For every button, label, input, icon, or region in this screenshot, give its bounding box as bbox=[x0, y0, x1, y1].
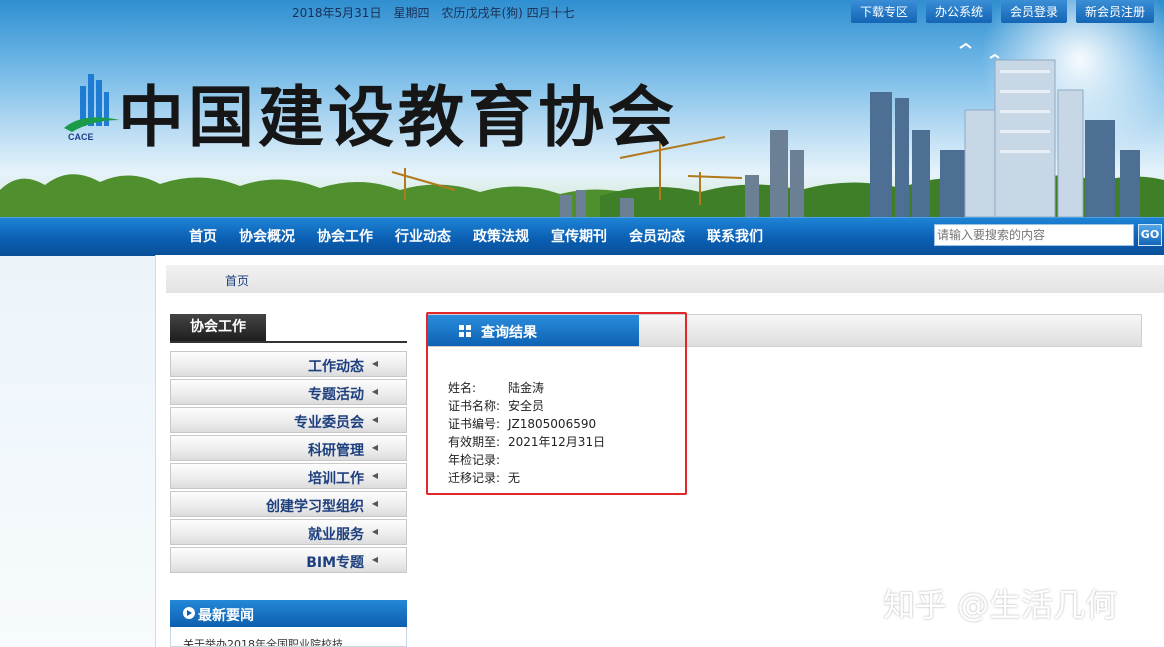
certificate-fields: 姓名: 陆金涛 证书名称: 安全员 证书编号: JZ1805006590 有效期至: 2… bbox=[448, 379, 605, 487]
field-value: 2021年12月31日 bbox=[508, 435, 606, 449]
field-label: 证书名称: bbox=[448, 399, 501, 413]
sidebar-menu: 工作动态 ◀ 专题活动 ◀ 专业委员会 ◀ 科研管理 ◀ 培训工作 ◀ 创建学习型组织 ◀ … bbox=[170, 351, 407, 575]
field-row-cert-number: 证书编号: JZ1805006590 bbox=[448, 415, 605, 433]
latest-news-header: 最新要闻 bbox=[170, 600, 407, 627]
header-banner: 2018年5月31日 星期四 农历戊戌年(狗) 四月十七 下载专区 办公系统 会… bbox=[0, 0, 1164, 217]
sidebar-item-special-events[interactable]: 专题活动 ◀ bbox=[170, 379, 407, 405]
play-circle-icon bbox=[183, 607, 195, 619]
grid-icon bbox=[459, 325, 471, 337]
field-label: 证书编号: bbox=[448, 417, 501, 431]
field-row-cert-name: 证书名称: 安全员 bbox=[448, 397, 605, 415]
nav-item-overview[interactable]: 协会概况 bbox=[228, 218, 306, 256]
download-zone-link[interactable]: 下载专区 bbox=[850, 0, 917, 23]
arrow-left-icon: ◀ bbox=[371, 471, 378, 480]
field-value: JZ1805006590 bbox=[508, 417, 597, 431]
news-item-link[interactable]: 关于举办2018年全国职业院校技 bbox=[183, 636, 343, 646]
arrow-left-icon: ◀ bbox=[371, 443, 378, 452]
sidebar-item-learning-org[interactable]: 创建学习型组织 ◀ bbox=[170, 491, 407, 517]
sidebar-item-label: 专题活动 bbox=[308, 387, 364, 403]
nav-item-policy[interactable]: 政策法规 bbox=[462, 218, 540, 256]
nav-item-journal[interactable]: 宣传期刊 bbox=[540, 218, 618, 256]
nav-item-member-news[interactable]: 会员动态 bbox=[618, 218, 696, 256]
sidebar-item-research[interactable]: 科研管理 ◀ bbox=[170, 435, 407, 461]
nav-item-home[interactable]: 首页 bbox=[178, 218, 228, 256]
arrow-left-icon: ◀ bbox=[371, 555, 378, 564]
nav-item-industry[interactable]: 行业动态 bbox=[384, 218, 462, 256]
sidebar-item-label: 就业服务 bbox=[308, 527, 364, 543]
office-system-link[interactable]: 办公系统 bbox=[925, 0, 992, 23]
sidebar-item-label: 培训工作 bbox=[308, 471, 364, 487]
date-text: 2018年5月31日 星期四 农历戊戌年(狗) 四月十七 bbox=[292, 6, 575, 20]
field-label: 姓名: bbox=[448, 381, 477, 395]
sidebar-item-work-news[interactable]: 工作动态 ◀ bbox=[170, 351, 407, 377]
arrow-left-icon: ◀ bbox=[371, 387, 378, 396]
sidebar-item-bim[interactable]: BIM专题 ◀ bbox=[170, 547, 407, 573]
field-row-annual-check: 年检记录: bbox=[448, 451, 605, 469]
breadcrumb: 首页 bbox=[166, 265, 1164, 293]
arrow-left-icon: ◀ bbox=[371, 499, 378, 508]
sidebar-item-label: 创建学习型组织 bbox=[266, 499, 364, 515]
search-go-button[interactable]: GO bbox=[1138, 224, 1162, 246]
nav-item-work[interactable]: 协会工作 bbox=[306, 218, 384, 256]
logo-text: CACE bbox=[68, 132, 94, 142]
result-title: 查询结果 bbox=[481, 325, 537, 341]
sidebar-item-committees[interactable]: 专业委员会 ◀ bbox=[170, 407, 407, 433]
field-row-transfer: 迁移记录: 无 bbox=[448, 469, 605, 487]
sidebar-item-label: 工作动态 bbox=[308, 359, 364, 375]
breadcrumb-home-link[interactable]: 首页 bbox=[225, 272, 249, 289]
result-header: 查询结果 bbox=[426, 314, 1142, 347]
result-tab: 查询结果 bbox=[427, 315, 639, 346]
field-label: 迁移记录: bbox=[448, 471, 501, 485]
latest-news-title: 最新要闻 bbox=[198, 608, 254, 624]
field-label: 年检记录: bbox=[448, 453, 501, 467]
sidebar-item-training[interactable]: 培训工作 ◀ bbox=[170, 463, 407, 489]
member-login-link[interactable]: 会员登录 bbox=[1000, 0, 1067, 23]
field-label: 有效期至: bbox=[448, 435, 501, 449]
sidebar-item-label: BIM专题 bbox=[306, 555, 364, 571]
sidebar-title: 协会工作 bbox=[170, 314, 266, 341]
site-title: 中国建设教育协会 bbox=[118, 78, 678, 156]
field-row-name: 姓名: 陆金涛 bbox=[448, 379, 605, 397]
sidebar-header: 协会工作 bbox=[170, 314, 407, 343]
sidebar-item-label: 科研管理 bbox=[308, 443, 364, 459]
arrow-left-icon: ◀ bbox=[371, 359, 378, 368]
field-value: 陆金涛 bbox=[508, 381, 545, 395]
cace-logo-icon: CACE bbox=[64, 74, 120, 142]
latest-news-list: 关于举办2018年全国职业院校技 bbox=[170, 627, 407, 647]
field-value: 无 bbox=[508, 471, 521, 485]
watermark-text: 知乎 @生活几何 bbox=[883, 586, 1118, 624]
member-register-link[interactable]: 新会员注册 bbox=[1075, 0, 1154, 23]
search-input[interactable] bbox=[934, 224, 1134, 246]
sidebar-item-label: 专业委员会 bbox=[294, 415, 364, 431]
arrow-left-icon: ◀ bbox=[371, 415, 378, 424]
sidebar-item-employment[interactable]: 就业服务 ◀ bbox=[170, 519, 407, 545]
field-row-valid-until: 有效期至: 2021年12月31日 bbox=[448, 433, 605, 451]
field-value: 安全员 bbox=[508, 399, 545, 413]
top-links: 下载专区 办公系统 会员登录 新会员注册 bbox=[850, 0, 1154, 23]
arrow-left-icon: ◀ bbox=[371, 527, 378, 536]
nav-item-contact[interactable]: 联系我们 bbox=[696, 218, 774, 256]
